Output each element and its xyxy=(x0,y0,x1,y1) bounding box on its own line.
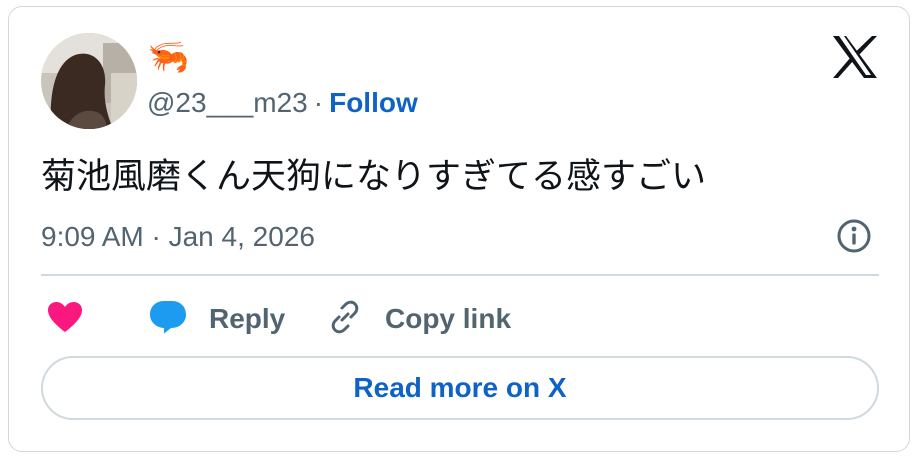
timestamp[interactable]: 9:09 AM · Jan 4, 2026 xyxy=(41,219,315,255)
divider xyxy=(41,274,879,276)
avatar[interactable] xyxy=(41,33,137,129)
user-handle[interactable]: @23___m23 xyxy=(147,87,308,118)
heart-icon xyxy=(47,301,83,338)
like-button[interactable] xyxy=(47,297,83,341)
reply-label: Reply xyxy=(209,303,286,334)
embedded-tweet-card: 🦐 @23___m23 · Follow 菊池風磨くん天狗になりすぎてる感すごい 9… xyxy=(8,6,910,452)
link-icon xyxy=(327,299,363,340)
tweet-text: 菊池風磨くん天狗になりすぎてる感すごい xyxy=(41,157,707,197)
speech-bubble-icon xyxy=(149,299,187,340)
reply-button[interactable]: Reply xyxy=(149,297,285,341)
copy-link-button[interactable]: Copy link xyxy=(327,297,511,341)
info-icon[interactable] xyxy=(836,218,872,254)
handle-row: @23___m23 · Follow xyxy=(147,85,418,121)
x-logo-icon[interactable] xyxy=(831,35,879,79)
display-name[interactable]: 🦐 xyxy=(147,37,189,77)
read-more-button[interactable]: Read more on X xyxy=(41,356,879,420)
copy-link-label: Copy link xyxy=(385,303,512,334)
separator: · xyxy=(313,87,324,118)
follow-button[interactable]: Follow xyxy=(329,87,418,118)
